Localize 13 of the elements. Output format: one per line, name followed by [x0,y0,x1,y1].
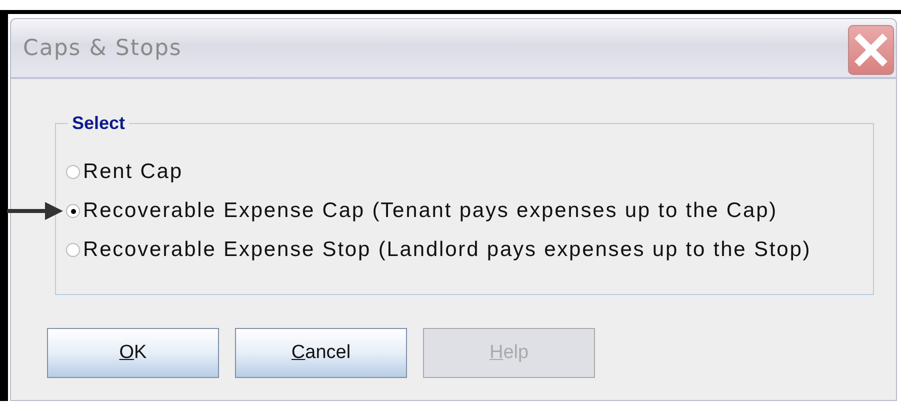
radio-button[interactable] [66,243,80,257]
radio-button[interactable] [66,204,80,218]
option-label[interactable]: Recoverable Expense Cap (Tenant pays expenses up to the Cap) [83,199,778,223]
window-title: Caps & Stops [23,36,182,60]
arrow-icon [7,202,63,220]
dialog-button[interactable]: OK [47,328,219,378]
group-title: Select [71,113,126,134]
option-label[interactable]: Recoverable Expense Stop (Landlord pays expenses up to the Stop) [83,238,812,262]
close-icon [853,32,889,68]
radio-button[interactable] [66,165,80,179]
close-button[interactable] [848,25,894,75]
option-label[interactable]: Rent Cap [83,160,183,184]
dialog-button[interactable]: Cancel [235,328,407,378]
